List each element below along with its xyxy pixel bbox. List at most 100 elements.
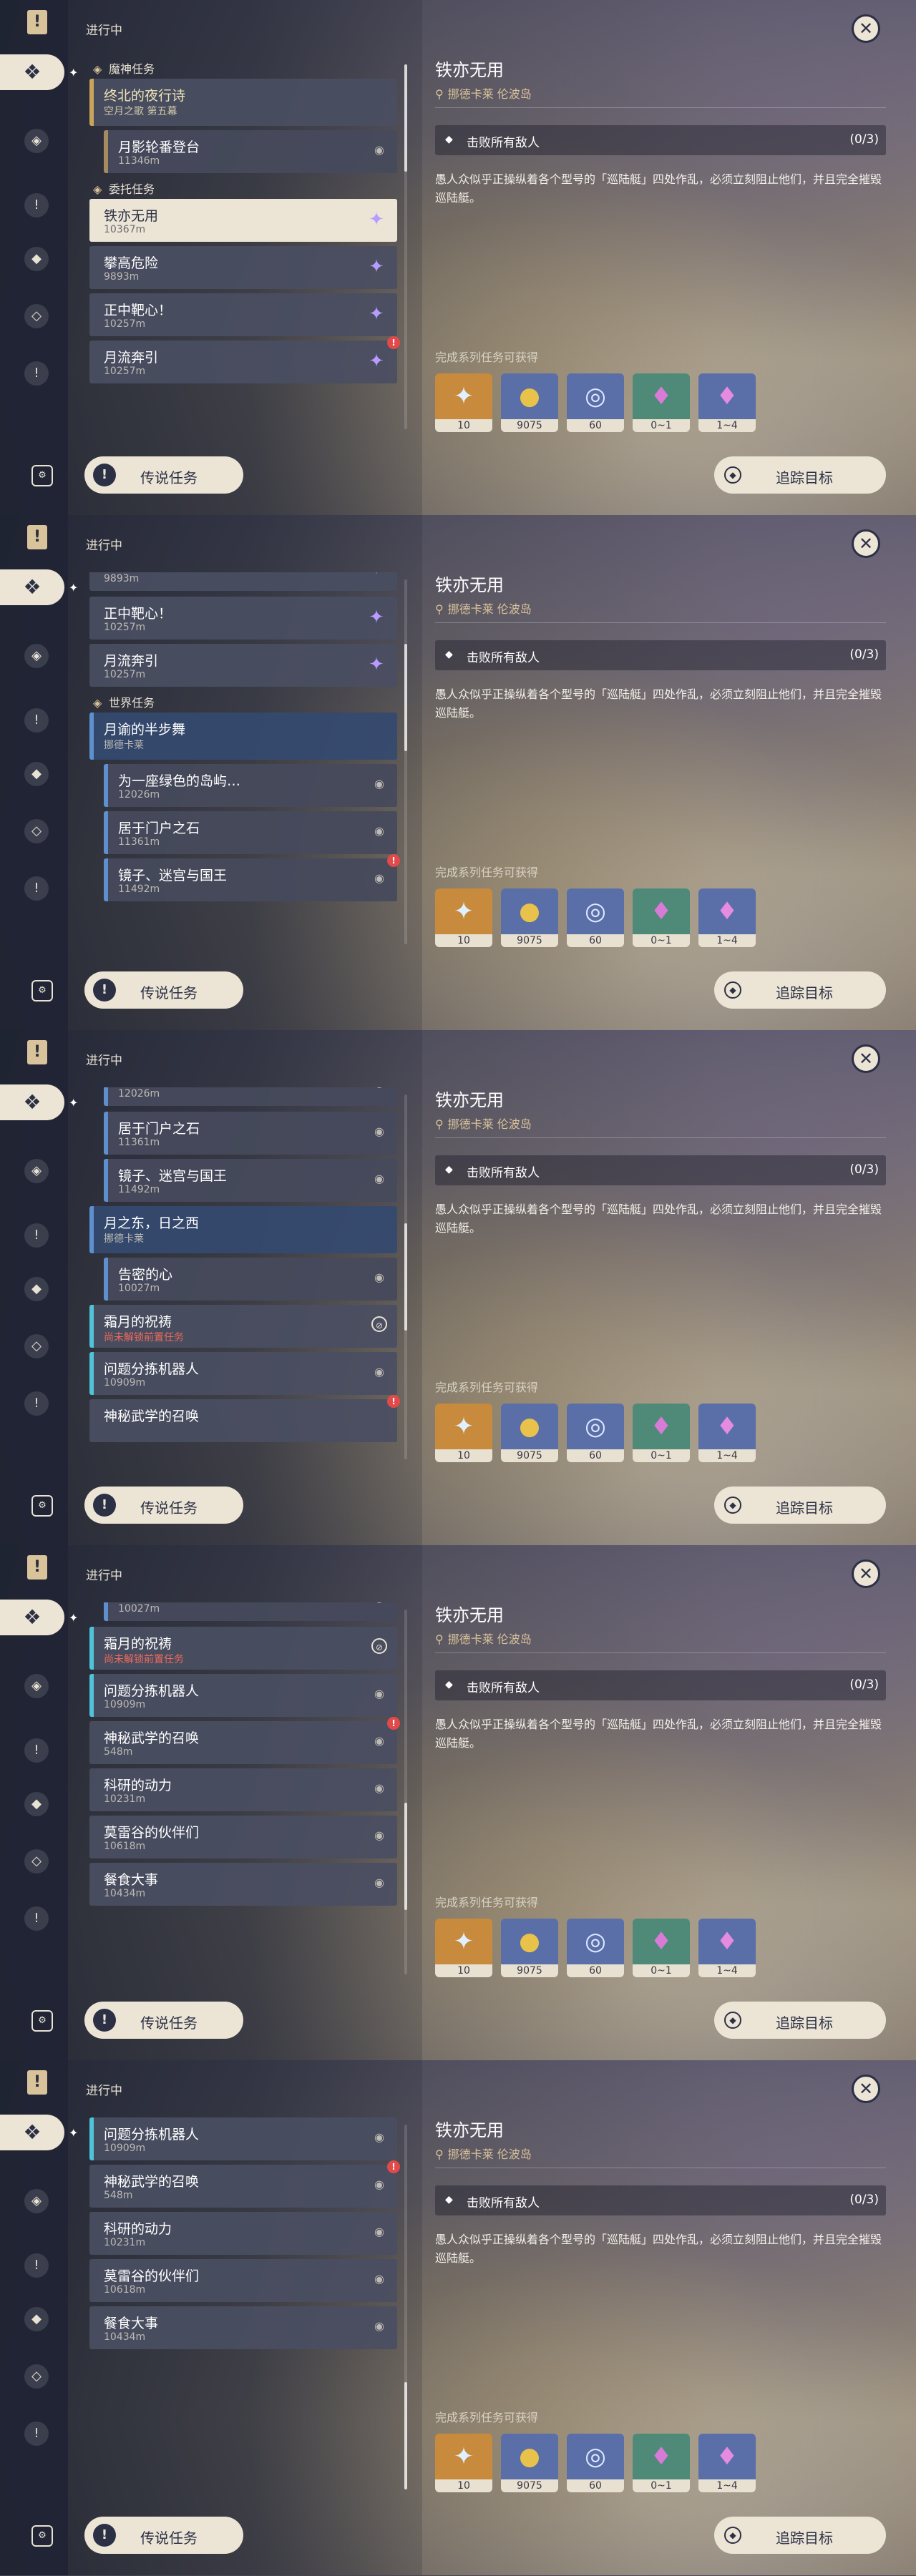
- reward-item[interactable]: ◎ 60: [567, 1919, 624, 1977]
- reward-item[interactable]: ✦ 10: [435, 1919, 492, 1977]
- navigate-pin-icon[interactable]: ◉: [371, 2271, 387, 2287]
- navigate-pin-icon[interactable]: ◉: [371, 1087, 387, 1091]
- reward-item[interactable]: ● 9075: [501, 1404, 558, 1462]
- navigate-pin-icon[interactable]: ◉: [371, 1364, 387, 1380]
- reward-item[interactable]: ◎ 60: [567, 888, 624, 947]
- quest-list-scrollbar[interactable]: [404, 1610, 407, 1974]
- navigate-pin-icon[interactable]: ◉: [371, 1686, 387, 1702]
- scroll-thumb[interactable]: [404, 64, 407, 172]
- quest-item[interactable]: 问题分拣机器人 10909m ◉: [89, 2117, 397, 2160]
- navigate-pin-icon[interactable]: ◉: [371, 823, 387, 839]
- quest-item[interactable]: 餐食大事 10434m ◉: [89, 1863, 397, 1906]
- quest-item[interactable]: 9893m ✦: [89, 572, 397, 591]
- quest-item[interactable]: 科研的动力 10231m ◉: [89, 1768, 397, 1811]
- navigate-pin-icon[interactable]: ◉: [371, 1875, 387, 1891]
- reward-item[interactable]: ◎ 60: [567, 1404, 624, 1462]
- quest-item[interactable]: 镜子、迷宫与国王 11492m ◉: [104, 1159, 397, 1202]
- archon-quest-icon[interactable]: ◈: [24, 1674, 49, 1698]
- quest-item[interactable]: 霜月的祝祷 尚未解锁前置任务 ⊘: [89, 1627, 397, 1670]
- quest-item[interactable]: 莫雷谷的伙伴们 10618m ◉: [89, 1816, 397, 1858]
- quest-list-scrollbar[interactable]: [404, 64, 407, 429]
- quest-item[interactable]: 居于门户之石 11361m ◉: [104, 811, 397, 854]
- quest-item[interactable]: 正中靶心！ 10257m ✦: [89, 293, 397, 336]
- reward-item[interactable]: ♦ 0~1: [633, 1919, 690, 1977]
- quest-item[interactable]: 月流奔引 10257m ✦: [89, 644, 397, 687]
- scroll-thumb[interactable]: [404, 1223, 407, 1331]
- reward-item[interactable]: ♦ 0~1: [633, 888, 690, 947]
- quest-item[interactable]: 月流奔引 10257m ✦!: [89, 336, 400, 383]
- navigate-pin-icon[interactable]: ◉: [371, 2130, 387, 2145]
- quest-item[interactable]: 问题分拣机器人 10909m ◉: [89, 1352, 397, 1395]
- settings-icon[interactable]: ⚙: [31, 465, 53, 486]
- world-quest-icon[interactable]: ◇: [24, 819, 49, 843]
- quest-item[interactable]: 居于门户之石 11361m ◉: [104, 1112, 397, 1155]
- archon-quest-icon[interactable]: ◈: [24, 644, 49, 668]
- legend-quest-button[interactable]: ! 传说任务: [84, 456, 243, 494]
- reward-item[interactable]: ♦ 0~1: [633, 2434, 690, 2492]
- close-button[interactable]: ✕: [852, 529, 880, 558]
- story-quest-icon[interactable]: !: [24, 1738, 49, 1763]
- legend-quest-icon[interactable]: !: [24, 2421, 49, 2446]
- navigate-pin-icon[interactable]: ◉: [371, 1124, 387, 1140]
- quest-item[interactable]: 霜月的祝祷 尚未解锁前置任务 ⊘: [89, 1305, 397, 1348]
- quest-item[interactable]: 问题分拣机器人 10909m ◉: [89, 1674, 397, 1717]
- close-button[interactable]: ✕: [852, 2075, 880, 2103]
- navigate-pin-icon[interactable]: ◉: [371, 2177, 387, 2193]
- quest-list[interactable]: 问题分拣机器人 10909m ◉ 神秘武学的召唤 548m ◉! 科研的动力 10231m ◉ 莫…: [86, 2117, 401, 2489]
- settings-icon[interactable]: ⚙: [31, 2010, 53, 2032]
- reward-item[interactable]: ✦ 10: [435, 888, 492, 947]
- story-quest-icon[interactable]: !: [24, 2253, 49, 2278]
- quest-item[interactable]: 月谕的半步舞 挪德卡莱: [89, 712, 397, 760]
- archon-quest-icon[interactable]: ◈: [24, 2189, 49, 2213]
- track-objective-button[interactable]: ◆ 追踪目标: [714, 2002, 886, 2039]
- reward-item[interactable]: ♦ 1~4: [698, 373, 756, 432]
- navigate-pin-icon[interactable]: ◉: [371, 142, 387, 158]
- reward-item[interactable]: ♦ 1~4: [698, 2434, 756, 2492]
- settings-icon[interactable]: ⚙: [31, 1495, 53, 1517]
- reward-item[interactable]: ✦ 10: [435, 373, 492, 432]
- scroll-thumb[interactable]: [404, 1803, 407, 1910]
- quest-list-scrollbar[interactable]: [404, 2125, 407, 2489]
- settings-icon[interactable]: ⚙: [31, 980, 53, 1001]
- navigate-pin-icon[interactable]: ◉: [371, 2224, 387, 2240]
- reward-item[interactable]: ◎ 60: [567, 373, 624, 432]
- track-objective-button[interactable]: ◆ 追踪目标: [714, 971, 886, 1009]
- reward-item[interactable]: ♦ 1~4: [698, 1404, 756, 1462]
- quest-item[interactable]: 正中靶心！ 10257m ✦: [89, 597, 397, 640]
- track-objective-button[interactable]: ◆ 追踪目标: [714, 456, 886, 494]
- quest-item[interactable]: 神秘武学的召唤 548m ◉!: [89, 2160, 400, 2208]
- reward-item[interactable]: ✦ 10: [435, 2434, 492, 2492]
- quest-item[interactable]: 攀高危险 9893m ✦: [89, 246, 397, 289]
- world-quest-icon[interactable]: ◇: [24, 2364, 49, 2389]
- legend-quest-icon[interactable]: !: [24, 361, 49, 386]
- close-button[interactable]: ✕: [852, 1044, 880, 1073]
- close-button[interactable]: ✕: [852, 1559, 880, 1588]
- category-all-icon[interactable]: ❖: [0, 2115, 64, 2150]
- quest-list-scrollbar[interactable]: [404, 579, 407, 944]
- quest-item[interactable]: 餐食大事 10434m ◉: [89, 2306, 397, 2349]
- navigate-pin-icon[interactable]: ◉: [371, 1270, 387, 1285]
- quest-item[interactable]: 告密的心10027m◉: [104, 1602, 397, 1621]
- reward-item[interactable]: ♦ 1~4: [698, 1919, 756, 1977]
- legend-quest-icon[interactable]: !: [24, 1391, 49, 1416]
- navigate-pin-icon[interactable]: ◉: [371, 1733, 387, 1749]
- quest-list[interactable]: 告密的心10027m◉霜月的祝祷尚未解锁前置任务⊘问题分拣机器人10909m◉神…: [86, 1602, 401, 1974]
- category-all-icon[interactable]: ❖: [0, 54, 64, 90]
- legend-quest-button[interactable]: ! 传说任务: [84, 2002, 243, 2039]
- world-quest-icon[interactable]: ◇: [24, 1334, 49, 1358]
- scroll-thumb[interactable]: [404, 2382, 407, 2489]
- navigate-pin-icon[interactable]: ◉: [371, 1781, 387, 1796]
- navigate-pin-icon[interactable]: ◉: [371, 2318, 387, 2334]
- reward-item[interactable]: ♦ 0~1: [633, 1404, 690, 1462]
- scroll-thumb[interactable]: [404, 644, 407, 751]
- navigate-pin-icon[interactable]: ◉: [371, 1171, 387, 1187]
- navigate-pin-icon[interactable]: ◉: [371, 776, 387, 792]
- legend-quest-button[interactable]: ! 传说任务: [84, 971, 243, 1009]
- navigate-pin-icon[interactable]: ◉: [371, 1602, 387, 1606]
- story-quest-icon[interactable]: !: [24, 708, 49, 733]
- quest-list[interactable]: ◈ 魔神任务 终北的夜行诗 空月之歌 第五幕 月影轮番登台 11346m ◉ ◈ 委托任务 铁亦无…: [86, 57, 401, 429]
- legend-quest-icon[interactable]: !: [24, 876, 49, 901]
- reward-item[interactable]: ✦ 10: [435, 1404, 492, 1462]
- commission-quest-icon[interactable]: ◆: [24, 1792, 49, 1816]
- world-quest-icon[interactable]: ◇: [24, 1849, 49, 1874]
